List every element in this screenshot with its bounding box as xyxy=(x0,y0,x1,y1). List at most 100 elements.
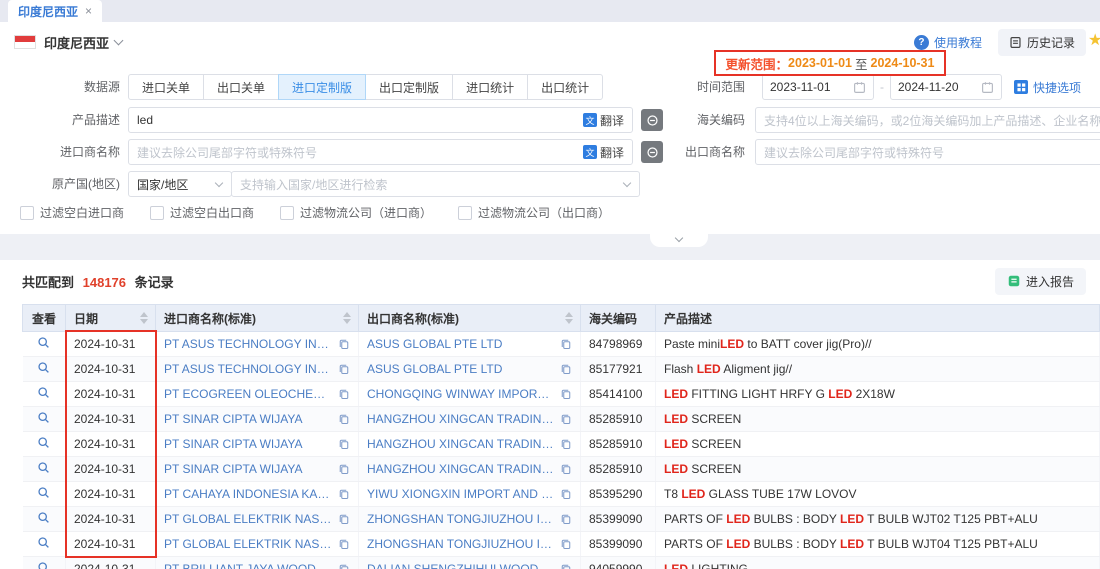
copy-icon[interactable] xyxy=(560,513,572,525)
exporter-link[interactable]: HANGZHOU XINGCAN TRADING CO LTD xyxy=(367,412,555,426)
product-desc-cell: Paste miniLED to BATT cover jig(Pro)// xyxy=(656,332,1100,357)
importer-link[interactable]: PT CAHAYA INDONESIA KARGO xyxy=(164,487,333,501)
col-exporter[interactable]: 出口商名称(标准) xyxy=(359,305,581,332)
col-date[interactable]: 日期 xyxy=(66,305,156,332)
exporter-link[interactable]: YIWU XIONGXIN IMPORT AND EXPORT... xyxy=(367,487,555,501)
filter-logistics-exporter[interactable]: 过滤物流公司（出口商） xyxy=(458,204,610,221)
tab-export-statistics[interactable]: 出口统计 xyxy=(527,74,603,100)
importer-link[interactable]: PT SINAR CIPTA WIJAYA xyxy=(164,437,333,451)
history-button[interactable]: 历史记录 xyxy=(998,29,1086,56)
exporter-link[interactable]: HANGZHOU XINGCAN TRADING CO LTD xyxy=(367,437,555,451)
exporter-link[interactable]: ASUS GLOBAL PTE LTD xyxy=(367,337,555,351)
checkbox[interactable] xyxy=(280,206,294,220)
origin-country-label: 原产国(地区) xyxy=(15,171,120,197)
filter-blank-importer[interactable]: 过滤空白进口商 xyxy=(20,204,124,221)
translate-button[interactable]: 文 翻译 xyxy=(583,144,624,161)
copy-icon[interactable] xyxy=(560,363,572,375)
quick-options-button[interactable]: 快捷选项 xyxy=(1014,79,1081,96)
exporter-input[interactable]: 建议去除公司尾部字符或特殊符号 xyxy=(755,139,1100,165)
sort-icon[interactable] xyxy=(565,312,573,324)
importer-link[interactable]: PT SINAR CIPTA WIJAYA xyxy=(164,462,333,476)
country-name: 印度尼西亚 xyxy=(44,33,109,52)
copy-icon[interactable] xyxy=(560,438,572,450)
importer-input[interactable]: 建议去除公司尾部字符或特殊符号 文 翻译 xyxy=(128,139,633,165)
tab-export-declarations[interactable]: 出口关单 xyxy=(203,74,279,100)
view-record-button[interactable] xyxy=(37,561,50,569)
enter-report-button[interactable]: 进入报告 xyxy=(995,268,1086,295)
view-record-button[interactable] xyxy=(37,486,50,499)
translate-button[interactable]: 文 翻译 xyxy=(583,112,624,129)
tab-import-custom[interactable]: 进口定制版 xyxy=(278,74,366,100)
copy-icon[interactable] xyxy=(560,488,572,500)
copy-icon[interactable] xyxy=(560,463,572,475)
copy-icon[interactable] xyxy=(560,413,572,425)
view-record-button[interactable] xyxy=(37,536,50,549)
sort-icon[interactable] xyxy=(343,312,351,324)
importer-link[interactable]: PT ASUS TECHNOLOGY INDONESIA BA... xyxy=(164,362,333,376)
circled-minus-icon[interactable] xyxy=(641,141,663,163)
checkbox[interactable] xyxy=(458,206,472,220)
view-record-button[interactable] xyxy=(37,386,50,399)
table-body: 2024-10-31 PT ASUS TECHNOLOGY INDONESIA … xyxy=(23,332,1100,569)
checkbox[interactable] xyxy=(20,206,34,220)
tab-import-declarations[interactable]: 进口关单 xyxy=(128,74,204,100)
exporter-link[interactable]: ZHONGSHAN TONGJIUZHOU INTERNA... xyxy=(367,512,555,526)
view-record-button[interactable] xyxy=(37,511,50,524)
view-record-button[interactable] xyxy=(37,411,50,424)
copy-icon[interactable] xyxy=(338,488,350,500)
copy-icon[interactable] xyxy=(338,338,350,350)
sort-icon[interactable] xyxy=(140,312,148,324)
close-icon[interactable]: × xyxy=(85,4,92,18)
filter-logistics-importer[interactable]: 过滤物流公司（进口商） xyxy=(280,204,432,221)
circled-minus-icon[interactable] xyxy=(641,109,663,131)
importer-link[interactable]: PT GLOBAL ELEKTRIK NASIONAL xyxy=(164,537,333,551)
date-cell: 2024-10-31 xyxy=(66,482,156,507)
col-importer[interactable]: 进口商名称(标准) xyxy=(156,305,359,332)
filter-blank-exporter[interactable]: 过滤空白出口商 xyxy=(150,204,254,221)
view-record-button[interactable] xyxy=(37,361,50,374)
copy-icon[interactable] xyxy=(338,563,350,569)
product-desc-input[interactable]: led 文 翻译 xyxy=(128,107,633,133)
tab-import-statistics[interactable]: 进口统计 xyxy=(452,74,528,100)
copy-icon[interactable] xyxy=(338,438,350,450)
importer-link[interactable]: PT BRILLIANT JAYA WOOD INDUSTRY xyxy=(164,562,333,569)
importer-link[interactable]: PT ASUS TECHNOLOGY INDONESIA BA... xyxy=(164,337,333,351)
exporter-link[interactable]: ASUS GLOBAL PTE LTD xyxy=(367,362,555,376)
end-date-input[interactable]: 2024-11-20 xyxy=(890,74,1002,100)
copy-icon[interactable] xyxy=(338,388,350,400)
indonesia-flag-icon xyxy=(14,35,36,49)
copy-icon[interactable] xyxy=(338,363,350,375)
copy-icon[interactable] xyxy=(338,513,350,525)
checkbox[interactable] xyxy=(150,206,164,220)
grid-icon xyxy=(1014,80,1028,94)
exporter-link[interactable]: HANGZHOU XINGCAN TRADING CO LTD xyxy=(367,462,555,476)
importer-link[interactable]: PT ECOGREEN OLEOCHEMICALS xyxy=(164,387,333,401)
copy-icon[interactable] xyxy=(560,563,572,569)
view-record-button[interactable] xyxy=(37,436,50,449)
country-tab[interactable]: 印度尼西亚 × xyxy=(8,0,102,22)
tab-export-custom[interactable]: 出口定制版 xyxy=(365,74,453,100)
favorite-star-icon[interactable]: ★ xyxy=(1088,30,1100,50)
collapse-form-button[interactable] xyxy=(650,234,708,247)
exporter-link[interactable]: ZHONGSHAN TONGJIUZHOU INTERNA... xyxy=(367,537,555,551)
view-record-button[interactable] xyxy=(37,461,50,474)
tutorial-link[interactable]: ? 使用教程 xyxy=(914,34,982,51)
copy-icon[interactable] xyxy=(338,463,350,475)
copy-icon[interactable] xyxy=(560,538,572,550)
copy-icon[interactable] xyxy=(560,338,572,350)
copy-icon[interactable] xyxy=(338,413,350,425)
exporter-link[interactable]: DALIAN SHENGZHIHUI WOOD INDUST... xyxy=(367,562,555,569)
chevron-down-icon[interactable] xyxy=(114,36,124,46)
calendar-icon xyxy=(981,81,994,94)
importer-link[interactable]: PT SINAR CIPTA WIJAYA xyxy=(164,412,333,426)
table-row: 2024-10-31 PT ECOGREEN OLEOCHEMICALS CHO… xyxy=(23,382,1100,407)
exporter-link[interactable]: CHONGQING WINWAY IMPORT AND E... xyxy=(367,387,555,401)
copy-icon[interactable] xyxy=(338,538,350,550)
hs-code-input[interactable]: 支持4位以上海关编码，或2位海关编码加上产品描述、企业名称的任意信息 xyxy=(755,107,1100,133)
view-record-button[interactable] xyxy=(37,336,50,349)
start-date-input[interactable]: 2023-11-01 xyxy=(762,74,874,100)
origin-country-select[interactable]: 国家/地区 xyxy=(128,171,232,197)
origin-country-search-input[interactable]: 支持输入国家/地区进行检索 xyxy=(231,171,640,197)
copy-icon[interactable] xyxy=(560,388,572,400)
importer-link[interactable]: PT GLOBAL ELEKTRIK NASIONAL xyxy=(164,512,333,526)
